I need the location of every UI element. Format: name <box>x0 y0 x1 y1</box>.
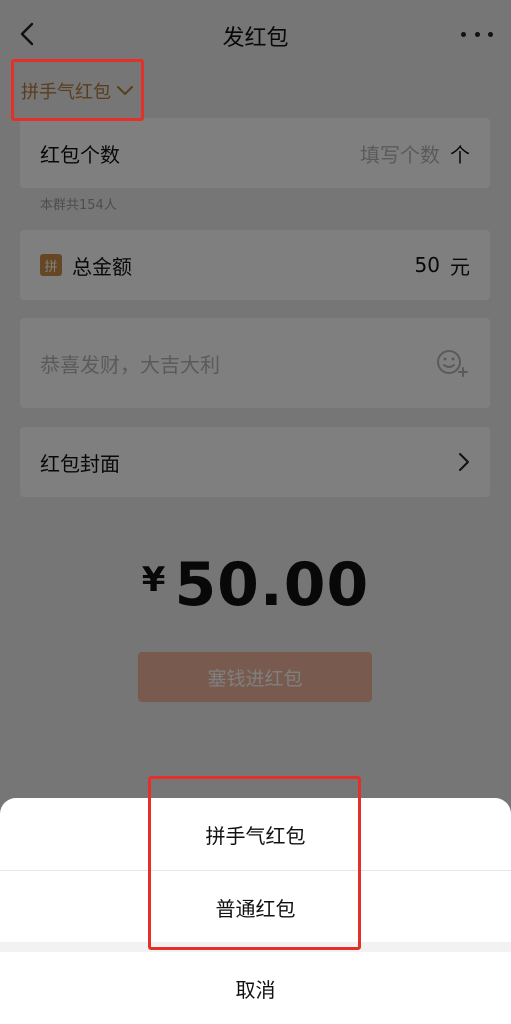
cancel-button[interactable]: 取消 <box>0 952 511 1024</box>
annotation-box-selector <box>11 59 144 121</box>
annotation-box-options <box>148 776 361 950</box>
